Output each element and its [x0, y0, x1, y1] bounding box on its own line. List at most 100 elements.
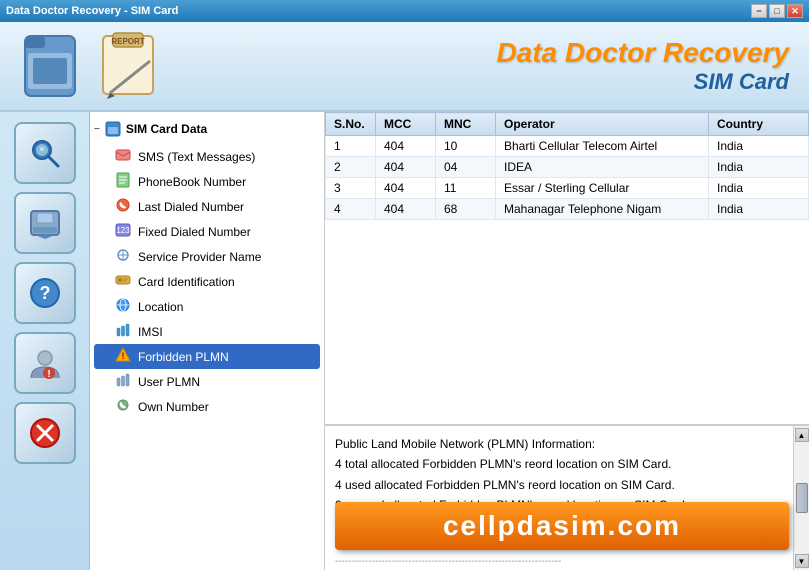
col-header-mcc: MCC — [376, 113, 436, 136]
tree-root-label: SIM Card Data — [126, 122, 207, 136]
col-header-country: Country — [709, 113, 809, 136]
info-scrollbar[interactable]: ▲ ▼ — [793, 426, 809, 570]
cell-country-1: India — [709, 157, 809, 178]
info-line-1: 4 used allocated Forbidden PLMN's reord … — [335, 475, 783, 495]
tree-item-icon-own_number — [114, 397, 132, 416]
tree-item-label-service_provider: Service Provider Name — [138, 250, 261, 264]
title-bar: Data Doctor Recovery - SIM Card − □ ✕ — [0, 0, 809, 22]
sim-icon — [20, 31, 85, 101]
maximize-button[interactable]: □ — [769, 4, 785, 18]
tree-item-icon-user_plmn — [114, 372, 132, 391]
tree-expand-icon[interactable]: − — [94, 124, 100, 135]
sim-card-tree-icon — [104, 120, 122, 138]
scroll-down-arrow[interactable]: ▼ — [795, 554, 809, 568]
user-button[interactable]: ! — [14, 332, 76, 394]
svg-text:REPORT: REPORT — [111, 37, 144, 46]
cell-mnc-3: 68 — [436, 199, 496, 220]
search-button[interactable] — [14, 122, 76, 184]
cell-mnc-2: 11 — [436, 178, 496, 199]
tree-item-phonebook[interactable]: PhoneBook Number — [94, 169, 320, 194]
title-bar-buttons: − □ ✕ — [751, 4, 803, 18]
table-area[interactable]: S.No.MCCMNCOperatorCountry 140410Bharti … — [325, 112, 809, 425]
info-title: Public Land Mobile Network (PLMN) Inform… — [335, 434, 783, 454]
save-button[interactable] — [14, 192, 76, 254]
tree-item-label-user_plmn: User PLMN — [138, 375, 200, 389]
tree-panel: − SIM Card Data SMS (Text Messages) Phone… — [90, 112, 325, 570]
col-header-operator: Operator — [496, 113, 709, 136]
tree-item-label-own_number: Own Number — [138, 400, 209, 414]
tree-item-imsi[interactable]: IMSI — [94, 319, 320, 344]
header-title: Data Doctor Recovery SIM Card — [496, 37, 789, 95]
tree-item-sms[interactable]: SMS (Text Messages) — [94, 144, 320, 169]
tree-item-label-last_dialed: Last Dialed Number — [138, 200, 244, 214]
info-line-0: 4 total allocated Forbidden PLMN's reord… — [335, 454, 783, 474]
table-row: 340411Essar / Sterling CellularIndia — [326, 178, 809, 199]
cell-mnc-0: 10 — [436, 136, 496, 157]
main-content: ? ! − SIM Card Data — [0, 112, 809, 570]
app-title-line2: SIM Card — [496, 69, 789, 95]
header-logo: REPORT — [20, 31, 170, 101]
content-panel: S.No.MCCMNCOperatorCountry 140410Bharti … — [325, 112, 809, 570]
minimize-button[interactable]: − — [751, 4, 767, 18]
tree-item-label-card_id: Card Identification — [138, 275, 235, 289]
cell-country-2: India — [709, 178, 809, 199]
table-row: 140410Bharti Cellular Telecom AirtelIndi… — [326, 136, 809, 157]
report-icon: REPORT — [95, 31, 170, 101]
svg-text:!: ! — [47, 369, 50, 380]
tree-item-label-phonebook: PhoneBook Number — [138, 175, 246, 189]
tree-item-user_plmn[interactable]: User PLMN — [94, 369, 320, 394]
scroll-up-arrow[interactable]: ▲ — [795, 428, 809, 442]
app-title-line1: Data Doctor Recovery — [496, 37, 789, 69]
table-body: 140410Bharti Cellular Telecom AirtelIndi… — [326, 136, 809, 220]
plmn-table: S.No.MCCMNCOperatorCountry 140410Bharti … — [325, 112, 809, 220]
tree-item-icon-card_id — [114, 272, 132, 291]
window-title: Data Doctor Recovery - SIM Card — [6, 5, 178, 17]
tree-item-last_dialed[interactable]: Last Dialed Number — [94, 194, 320, 219]
info-panel: Public Land Mobile Network (PLMN) Inform… — [325, 425, 809, 570]
tree-item-icon-fixed_dialed: 123 — [114, 222, 132, 241]
cell-sno-2: 3 — [326, 178, 376, 199]
window-close-button[interactable]: ✕ — [787, 4, 803, 18]
cell-mnc-1: 04 — [436, 157, 496, 178]
tree-item-icon-imsi — [114, 322, 132, 341]
table-header: S.No.MCCMNCOperatorCountry — [326, 113, 809, 136]
sidebar-buttons: ? ! — [0, 112, 90, 570]
tree-item-icon-service_provider — [114, 247, 132, 266]
table-row: 440468Mahanagar Telephone NigamIndia — [326, 199, 809, 220]
tree-item-label-imsi: IMSI — [138, 325, 163, 339]
cell-mcc-1: 404 — [376, 157, 436, 178]
cell-operator-1: IDEA — [496, 157, 709, 178]
tree-item-label-fixed_dialed: Fixed Dialed Number — [138, 225, 251, 239]
tree-item-label-forbidden_plmn: Forbidden PLMN — [138, 350, 229, 364]
exit-button[interactable] — [14, 402, 76, 464]
tree-item-label-sms: SMS (Text Messages) — [138, 150, 255, 164]
cell-operator-0: Bharti Cellular Telecom Airtel — [496, 136, 709, 157]
tree-item-own_number[interactable]: Own Number — [94, 394, 320, 419]
cell-mcc-0: 404 — [376, 136, 436, 157]
table-row: 240404IDEAIndia — [326, 157, 809, 178]
cell-sno-0: 1 — [326, 136, 376, 157]
tree-item-fixed_dialed[interactable]: 123 Fixed Dialed Number — [94, 219, 320, 244]
tree-item-icon-forbidden_plmn: ! — [114, 347, 132, 366]
cell-mcc-2: 404 — [376, 178, 436, 199]
cell-operator-2: Essar / Sterling Cellular — [496, 178, 709, 199]
scroll-thumb[interactable] — [796, 483, 808, 513]
cell-country-0: India — [709, 136, 809, 157]
header: REPORT Data Doctor Recovery SIM Card — [0, 22, 809, 112]
promo-banner: cellpdasim.com — [335, 502, 789, 550]
tree-item-icon-sms — [114, 147, 132, 166]
svg-text:!: ! — [122, 351, 125, 361]
tree-item-label-location: Location — [138, 300, 183, 314]
cell-sno-1: 2 — [326, 157, 376, 178]
tree-item-icon-location — [114, 297, 132, 316]
tree-root: − SIM Card Data — [94, 120, 320, 138]
tree-item-service_provider[interactable]: Service Provider Name — [94, 244, 320, 269]
cell-country-3: India — [709, 199, 809, 220]
tree-item-card_id[interactable]: Card Identification — [94, 269, 320, 294]
svg-text:?: ? — [39, 283, 50, 303]
help-button[interactable]: ? — [14, 262, 76, 324]
tree-item-forbidden_plmn[interactable]: ! Forbidden PLMN — [94, 344, 320, 369]
svg-text:123: 123 — [116, 226, 130, 235]
info-line-5: ----------------------------------------… — [335, 553, 783, 570]
tree-item-location[interactable]: Location — [94, 294, 320, 319]
